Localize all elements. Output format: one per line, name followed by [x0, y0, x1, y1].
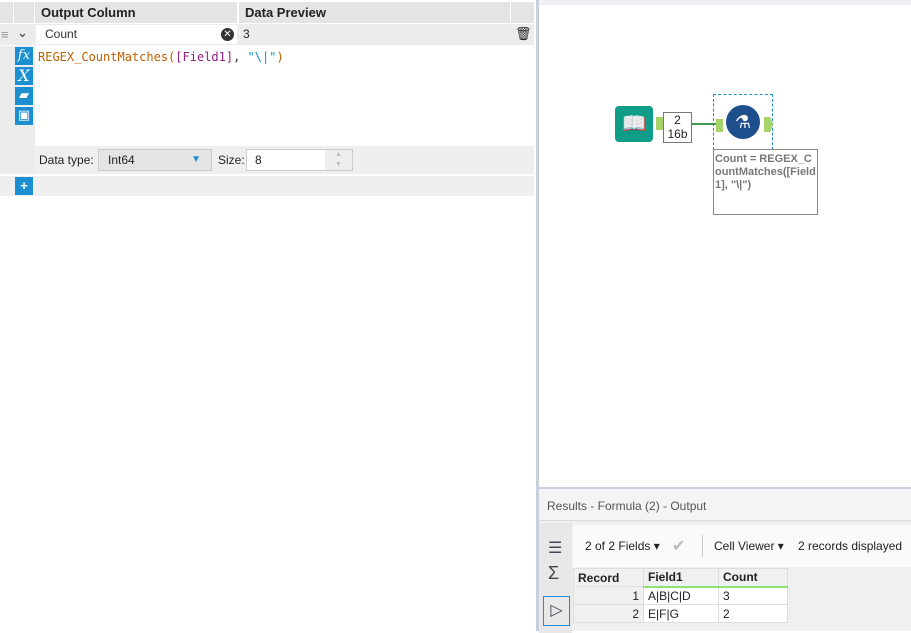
results-title: Results - Formula (2) - Output [539, 489, 911, 521]
fields-selector[interactable]: 2 of 2 Fields ▾ [585, 539, 660, 553]
save-icon[interactable]: ▣ [15, 107, 33, 125]
table-row: 1 A|B|C|D 3 [573, 586, 788, 605]
dropdown-arrow-icon: ▼ [191, 154, 201, 165]
input-tool-icon[interactable]: 📖 [615, 106, 653, 142]
summary-icon[interactable]: Σ [548, 563, 559, 584]
open-folder-icon[interactable]: ▰ [15, 87, 33, 105]
connection-badge: 2 16b [663, 112, 692, 143]
output-view-icon[interactable]: ▷ [543, 596, 570, 626]
variable-icon[interactable]: X [15, 67, 33, 85]
data-preview-value: 3 [243, 27, 250, 41]
formula-config-panel: Output Column Data Preview ≡ ⌄ Count ✕ 3… [0, 0, 536, 631]
clear-icon[interactable]: ✕ [221, 28, 234, 41]
size-stepper[interactable]: ▲ ▼ [325, 150, 352, 170]
size-input[interactable]: 8 ▲ ▼ [246, 149, 353, 171]
add-field-button[interactable]: + [15, 177, 33, 195]
data-preview-header: Data Preview [239, 2, 510, 23]
delete-icon[interactable]: 🗑 [515, 26, 532, 42]
table-row: 2 E|F|G 2 [573, 604, 788, 623]
drag-handle-icon[interactable]: ≡ [1, 27, 9, 42]
collapse-chevron-icon[interactable]: ⌄ [17, 25, 28, 41]
output-column-input[interactable]: Count ✕ [36, 25, 237, 44]
cell-viewer-dropdown[interactable]: Cell Viewer ▾ [714, 539, 784, 553]
formula-tool-icon[interactable]: ⚗ [726, 105, 760, 139]
results-table: Record Field1 Count 1 A|B|C|D 3 2 E|F|G 2 [573, 568, 788, 623]
formula-tool-selection[interactable]: ⚗ [713, 94, 773, 150]
function-icon[interactable]: fx [15, 47, 33, 65]
workflow-canvas[interactable]: 📖 2 16b ⚗ Count = REGEX_CountMatches([Fie… [539, 0, 911, 487]
apply-check-icon[interactable]: ✔ [672, 536, 685, 556]
tool-annotation: Count = REGEX_CountMatches([Field1], "\|… [713, 149, 818, 215]
metadata-icon[interactable]: ☰ [548, 538, 562, 558]
output-column-header: Output Column [35, 2, 237, 23]
results-panel: Results - Formula (2) - Output ☰ Σ ▷ 2 o… [539, 487, 911, 633]
expression-editor[interactable]: REGEX_CountMatches([Field1], "\|") [38, 50, 284, 64]
data-type-select[interactable]: Int64 ▼ [98, 149, 212, 171]
